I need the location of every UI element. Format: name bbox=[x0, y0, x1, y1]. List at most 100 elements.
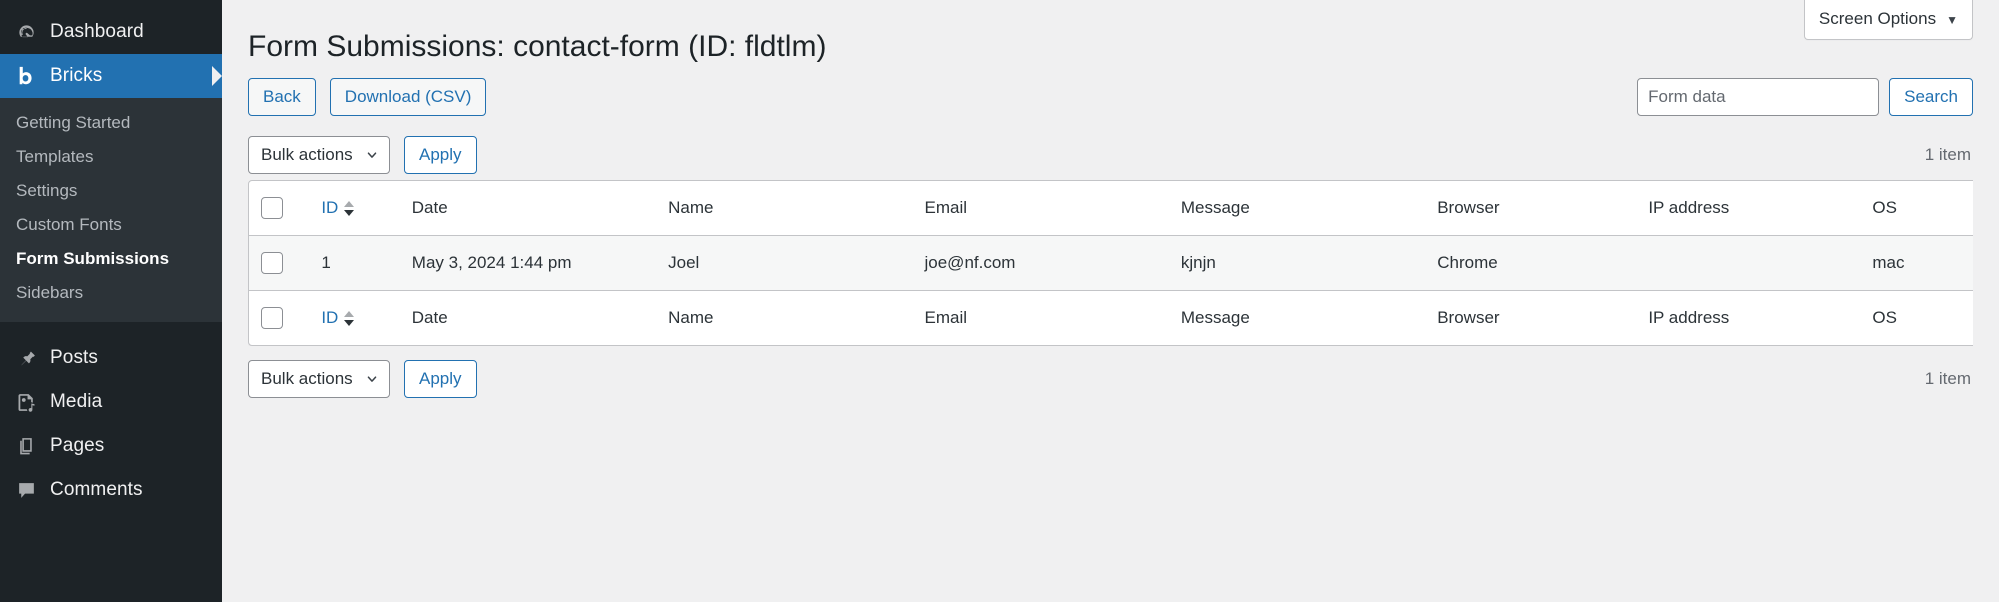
sort-by-id-link-bottom[interactable]: ID bbox=[321, 308, 354, 328]
column-header-id[interactable]: ID bbox=[309, 181, 399, 236]
column-footer-date: Date bbox=[400, 290, 656, 345]
column-footer-label: Browser bbox=[1437, 308, 1499, 327]
sidebar-subitem-form-submissions[interactable]: Form Submissions bbox=[0, 242, 222, 276]
dashboard-icon bbox=[16, 22, 44, 43]
apply-button-bottom[interactable]: Apply bbox=[404, 360, 477, 398]
wordpress-admin-screen: Dashboard Bricks Getting Started Templat… bbox=[0, 0, 1999, 602]
column-footer-browser: Browser bbox=[1425, 290, 1636, 345]
column-footer-label: OS bbox=[1872, 308, 1897, 327]
pages-icon bbox=[16, 436, 44, 457]
sidebar-item-label: Bricks bbox=[44, 65, 102, 87]
select-all-checkbox-bottom[interactable] bbox=[261, 307, 283, 329]
sort-by-id-link-top[interactable]: ID bbox=[321, 198, 354, 218]
table-row[interactable]: 1 May 3, 2024 1:44 pm Joel joe@nf.com kj… bbox=[249, 236, 1973, 290]
admin-content-area: Screen Options ▼ Form Submissions: conta… bbox=[222, 0, 1999, 602]
bulk-actions-select-top[interactable]: Bulk actions bbox=[248, 136, 390, 174]
column-header-message: Message bbox=[1169, 181, 1425, 236]
search-submit-button[interactable]: Search bbox=[1889, 78, 1973, 116]
column-footer-id[interactable]: ID bbox=[309, 290, 399, 345]
back-button[interactable]: Back bbox=[248, 78, 316, 116]
apply-button-top[interactable]: Apply bbox=[404, 136, 477, 174]
sidebar-subitem-label: Sidebars bbox=[16, 283, 83, 302]
sidebar-item-label: Comments bbox=[44, 479, 143, 501]
column-header-label: Browser bbox=[1437, 198, 1499, 217]
sidebar-subitem-label: Templates bbox=[16, 147, 93, 166]
table-body: 1 May 3, 2024 1:44 pm Joel joe@nf.com kj… bbox=[249, 236, 1973, 290]
cell-id: 1 bbox=[309, 236, 399, 290]
sort-indicator-icon bbox=[344, 201, 354, 216]
sidebar-item-label: Pages bbox=[44, 435, 104, 457]
screen-options-label: Screen Options bbox=[1819, 9, 1936, 29]
page-title: Form Submissions: contact-form (ID: fldt… bbox=[248, 18, 1973, 76]
column-header-label: Message bbox=[1181, 198, 1250, 217]
column-footer-name: Name bbox=[656, 290, 912, 345]
search-box: Search bbox=[1637, 78, 1973, 116]
download-csv-button[interactable]: Download (CSV) bbox=[330, 78, 487, 116]
sidebar-item-media[interactable]: Media bbox=[0, 380, 222, 424]
cell-message: kjnjn bbox=[1169, 236, 1425, 290]
row-checkbox[interactable] bbox=[261, 252, 283, 274]
select-all-checkbox-top[interactable] bbox=[261, 197, 283, 219]
column-header-browser: Browser bbox=[1425, 181, 1636, 236]
sidebar-item-posts[interactable]: Posts bbox=[0, 336, 222, 380]
table-foot: ID Date Name Email Message Browser bbox=[249, 290, 1973, 345]
bricks-logo-icon bbox=[16, 65, 44, 87]
table-header-row: ID Date Name Email Message Browser bbox=[249, 181, 1973, 236]
displaying-num-top: 1 item bbox=[1925, 145, 1973, 165]
sort-indicator-icon bbox=[344, 311, 354, 326]
admin-sidebar-menu: Dashboard Bricks Getting Started Templat… bbox=[0, 0, 222, 602]
cell-name: Joel bbox=[656, 236, 912, 290]
sidebar-item-label: Media bbox=[44, 391, 102, 413]
select-all-footer bbox=[249, 290, 309, 345]
sidebar-item-dashboard[interactable]: Dashboard bbox=[0, 10, 222, 54]
column-header-label: IP address bbox=[1648, 198, 1729, 217]
column-footer-label: Name bbox=[668, 308, 713, 327]
screen-options-button[interactable]: Screen Options ▼ bbox=[1804, 0, 1973, 40]
comment-icon bbox=[16, 480, 44, 501]
sidebar-subitem-custom-fonts[interactable]: Custom Fonts bbox=[0, 208, 222, 242]
sidebar-submenu-bricks: Getting Started Templates Settings Custo… bbox=[0, 98, 222, 322]
column-footer-label: Date bbox=[412, 308, 448, 327]
page-wrap: Form Submissions: contact-form (ID: fldt… bbox=[222, 0, 1999, 404]
tablenav-bottom: Bulk actions Apply 1 item bbox=[248, 354, 1973, 404]
column-header-label: Date bbox=[412, 198, 448, 217]
page-actions-row: Back Download (CSV) Search bbox=[248, 78, 1973, 116]
bulk-actions-select-wrap-top: Bulk actions bbox=[248, 136, 390, 174]
select-all-header bbox=[249, 181, 309, 236]
column-footer-email: Email bbox=[913, 290, 1169, 345]
search-input[interactable] bbox=[1637, 78, 1879, 116]
bulk-actions-select-wrap-bottom: Bulk actions bbox=[248, 360, 390, 398]
pin-icon bbox=[16, 348, 44, 369]
column-footer-label: Email bbox=[925, 308, 968, 327]
sidebar-subitem-label: Custom Fonts bbox=[16, 215, 122, 234]
sidebar-item-pages[interactable]: Pages bbox=[0, 424, 222, 468]
cell-email: joe@nf.com bbox=[913, 236, 1169, 290]
column-header-ip-address: IP address bbox=[1636, 181, 1860, 236]
tablenav-top: Bulk actions Apply 1 item bbox=[248, 130, 1973, 180]
chevron-down-icon: ▼ bbox=[1946, 14, 1958, 26]
cell-browser: Chrome bbox=[1425, 236, 1636, 290]
column-header-label: OS bbox=[1872, 198, 1897, 217]
page-actions-left: Back Download (CSV) bbox=[248, 78, 486, 116]
sidebar-subitem-templates[interactable]: Templates bbox=[0, 140, 222, 174]
column-header-email: Email bbox=[913, 181, 1169, 236]
cell-date: May 3, 2024 1:44 pm bbox=[400, 236, 656, 290]
column-footer-os: OS bbox=[1860, 290, 1973, 345]
sidebar-subitem-label: Form Submissions bbox=[16, 249, 169, 268]
bulk-actions-group-top: Bulk actions Apply bbox=[248, 136, 477, 174]
sidebar-subitem-label: Getting Started bbox=[16, 113, 130, 132]
sidebar-subitem-settings[interactable]: Settings bbox=[0, 174, 222, 208]
sidebar-item-bricks[interactable]: Bricks bbox=[0, 54, 222, 98]
table-scroll-container[interactable]: ID Date Name Email Message Browser bbox=[248, 180, 1973, 346]
cell-os: mac bbox=[1860, 236, 1973, 290]
sidebar-item-label: Posts bbox=[44, 347, 98, 369]
bulk-actions-select-bottom[interactable]: Bulk actions bbox=[248, 360, 390, 398]
sidebar-subitem-getting-started[interactable]: Getting Started bbox=[0, 106, 222, 140]
row-select-cell bbox=[249, 236, 309, 290]
sidebar-subitem-sidebars[interactable]: Sidebars bbox=[0, 276, 222, 310]
media-icon bbox=[16, 392, 44, 413]
sidebar-item-comments[interactable]: Comments bbox=[0, 468, 222, 512]
column-header-os: OS bbox=[1860, 181, 1973, 236]
form-submissions-table: ID Date Name Email Message Browser bbox=[248, 180, 1973, 346]
sidebar-subitem-label: Settings bbox=[16, 181, 77, 200]
